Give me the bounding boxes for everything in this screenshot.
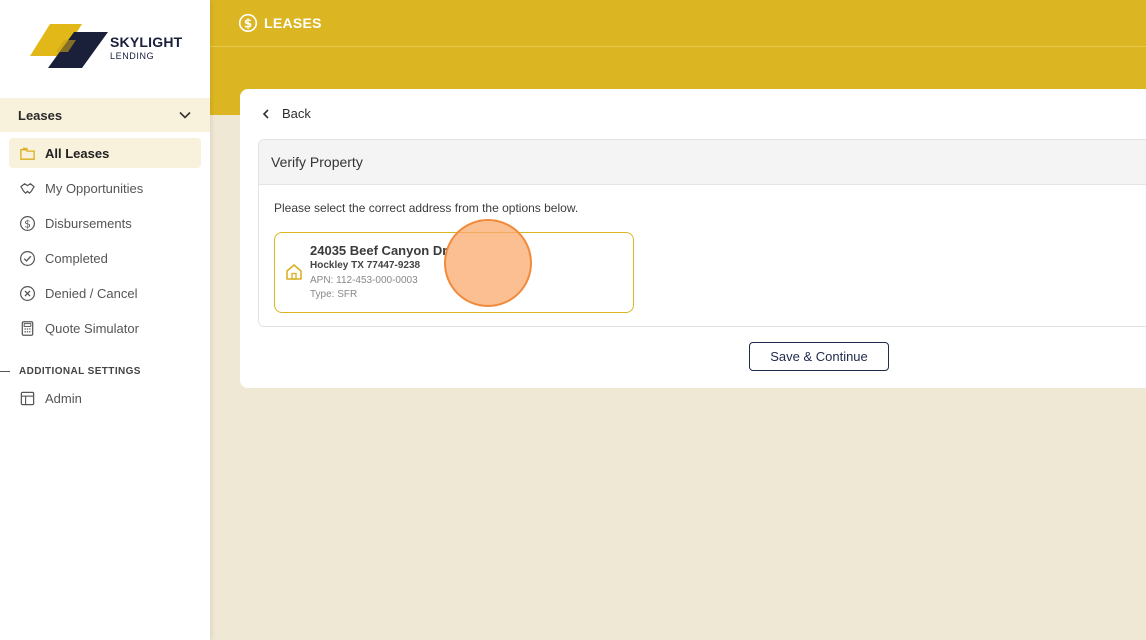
x-circle-icon [18,284,36,302]
sidebar-nav: All Leases My Opportunities $ Disburseme… [0,138,210,348]
panel-title: Verify Property [271,154,363,170]
logo-text: SKYLIGHT [110,34,183,50]
sidebar-item-label: Completed [45,250,108,266]
svg-text:$: $ [244,17,252,31]
sidebar-item-quote-simulator[interactable]: Quote Simulator [9,313,201,343]
back-link[interactable]: Back [260,106,311,121]
sidebar: SKYLIGHT LENDING Leases All Leases My Op… [0,0,210,640]
leases-section-toggle[interactable]: Leases [0,98,210,132]
top-header: $ LEASES [210,0,1146,47]
option-type: Type: SFR [310,289,358,300]
dollar-circle-icon: $ [18,214,36,232]
page-title: LEASES [264,15,322,31]
verify-property-card: Back Verify Property Please select the c… [240,89,1146,388]
sidebar-item-label: All Leases [45,145,110,161]
option-city: Hockley TX 77447-9238 [310,260,421,271]
save-continue-button[interactable]: Save & Continue [749,342,889,371]
option-apn: APN: 112-453-000-0003 [310,275,418,286]
skylight-logo[interactable]: SKYLIGHT LENDING [30,22,190,72]
dollar-circle-icon: $ [238,13,258,33]
divider-dash [0,370,10,372]
sidebar-item-label: Denied / Cancel [45,285,138,301]
sidebar-item-denied-cancel[interactable]: Denied / Cancel [9,278,201,308]
back-label: Back [282,106,311,121]
sidebar-item-completed[interactable]: Completed [9,243,201,273]
section-label: Leases [18,107,63,123]
sidebar-item-disbursements[interactable]: $ Disbursements [9,208,201,238]
address-option[interactable]: 24035 Beef Canyon Dr Hockley TX 77447-92… [274,232,634,313]
option-street: 24035 Beef Canyon Dr [310,243,448,258]
verify-property-panel: Verify Property Please select the correc… [258,139,1146,327]
sidebar-item-label: Disbursements [45,215,132,231]
additional-settings-heading: ADDITIONAL SETTINGS [0,364,210,378]
svg-text:$: $ [24,218,31,230]
chevron-down-icon [179,111,191,119]
logo-subtext: LENDING [110,51,155,61]
panel-header: Verify Property [259,140,1146,185]
logo-mark-icon [30,24,108,68]
sidebar-item-my-opportunities[interactable]: My Opportunities [9,173,201,203]
folder-icon [18,144,36,162]
chevron-left-icon [262,108,269,119]
sidebar-item-label: My Opportunities [45,180,144,196]
calculator-icon [18,319,36,337]
sidebar-nav-additional: Admin [0,383,210,418]
sidebar-item-admin[interactable]: Admin [9,383,201,413]
check-circle-icon [18,249,36,267]
sidebar-item-label: Admin [45,390,82,406]
sidebar-item-label: Quote Simulator [45,320,139,336]
home-icon [286,264,302,280]
handshake-icon [18,179,36,197]
sidebar-item-all-leases[interactable]: All Leases [9,138,201,168]
additional-settings-label: ADDITIONAL SETTINGS [19,365,141,377]
instruction-text: Please select the correct address from t… [274,201,579,215]
layout-icon [18,389,36,407]
